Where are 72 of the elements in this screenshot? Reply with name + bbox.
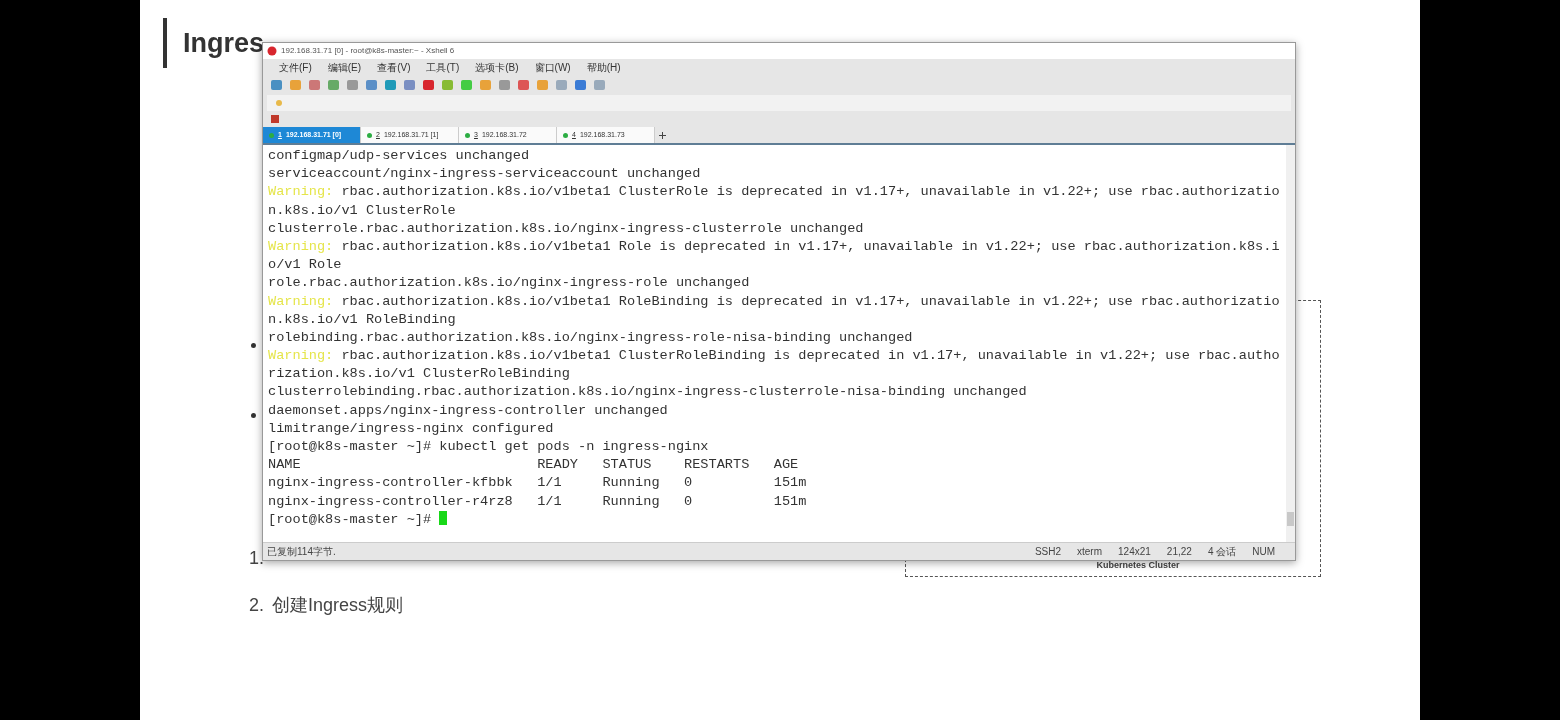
step-number: 1. — [249, 547, 264, 570]
terminal-line: daemonset.apps/nginx-ingress-controller unchanged — [268, 402, 668, 418]
bullet-icon — [251, 413, 256, 418]
address-field[interactable] — [267, 95, 1291, 111]
toolbar-icon[interactable] — [309, 80, 320, 90]
toolbar-icon[interactable] — [366, 80, 377, 90]
status-item: SSH2 — [1034, 545, 1062, 559]
add-tab-icon[interactable] — [659, 132, 666, 139]
key-icon — [275, 99, 283, 107]
toolbar-icon[interactable] — [328, 80, 339, 90]
window-title: 192.168.31.71 [0] - root@k8s-master:~ - Xshell 6 — [281, 45, 455, 57]
toolbar-icon[interactable] — [461, 80, 472, 90]
terminal-line: role.rbac.authorization.k8s.io/nginx-ingress-role unchanged — [268, 275, 750, 291]
scrollbar[interactable] — [1286, 145, 1295, 542]
terminal-line: NAME READY STATUS RESTARTS AGE — [268, 457, 799, 473]
terminal-line: rbac.authorization.k8s.io/v1beta1 RoleBinding is deprecated in v1.17+, unavailable in v1.22+; use rbac.authorizatio — [340, 293, 1280, 309]
terminal-line: serviceaccount/nginx-ingress-serviceaccount unchanged — [268, 166, 701, 182]
terminal-line: rbac.authorization.k8s.io/v1beta1 ClusterRole is deprecated in v1.17+, unavailable in v1.22+; use rbac.authorizatio — [340, 184, 1280, 200]
terminal-line: rbac.authorization.k8s.io/v1beta1 Role is deprecated in v1.17+, unavailable in v1.22+; use rbac.authorization.k8s.i — [340, 238, 1280, 254]
terminal-line: rization.k8s.io/v1 ClusterRoleBinding — [268, 366, 570, 382]
terminal-line: configmap/udp-services unchanged — [268, 148, 530, 163]
terminal-line: n.k8s.io/v1 ClusterRole — [268, 202, 456, 218]
terminal-line: limitrange/ingress-nginx configured — [268, 420, 554, 436]
toolbar-icon[interactable] — [442, 80, 453, 90]
terminal-prompt: [root@k8s-master ~]# — [268, 511, 433, 527]
toolbar-icon[interactable] — [499, 80, 510, 90]
warning-label: Warning: — [268, 184, 334, 200]
menu-item[interactable]: 选项卡(B) — [475, 59, 519, 75]
terminal-line: [root@k8s-master ~]# kubectl get pods -n ingress-nginx — [268, 439, 709, 454]
toolbar-icon[interactable] — [537, 80, 548, 90]
toolbar-icon[interactable] — [556, 80, 567, 90]
menu-item[interactable]: 帮助(H) — [586, 59, 621, 75]
status-message: 已复制114字节. — [267, 545, 336, 559]
terminal-line: o/v1 Role — [268, 257, 342, 273]
status-item: NUM — [1252, 545, 1275, 559]
warning-label: Warning: — [268, 238, 334, 254]
step-text: 创建Ingress规则 — [272, 594, 404, 617]
status-item: xterm — [1077, 545, 1103, 559]
warning-label: Warning: — [268, 348, 334, 364]
menu-item[interactable]: 工具(T) — [426, 59, 460, 75]
step-number: 2. — [249, 594, 264, 617]
toolbar-icon[interactable] — [594, 80, 605, 90]
terminal-line: nginx-ingress-controller-kfbbk 1/1 Running 0 151m — [268, 475, 807, 491]
toolbar-icon[interactable] — [347, 80, 358, 90]
cluster-label: Kubernetes Cluster — [1096, 558, 1180, 572]
terminal-line: n.k8s.io/v1 RoleBinding — [268, 311, 456, 327]
toolbar-icon[interactable] — [423, 80, 434, 90]
terminal-line: clusterrole.rbac.authorization.k8s.io/nginx-ingress-clusterrole unchanged — [268, 220, 864, 236]
status-item: 124x21 — [1118, 545, 1151, 559]
toolbar-icon[interactable] — [290, 80, 301, 90]
menu-item[interactable]: 编辑(E) — [327, 59, 362, 75]
app-logo-icon — [267, 46, 277, 56]
menu-item[interactable]: 窗口(W) — [534, 59, 571, 75]
toolbar-icon[interactable] — [271, 80, 282, 90]
info-icon — [271, 115, 279, 123]
toolbar-icon[interactable] — [404, 80, 415, 90]
terminal-line: rolebinding.rbac.authorization.k8s.io/nginx-ingress-role-nisa-binding unchanged — [268, 329, 913, 345]
terminal-line: clusterrolebinding.rbac.authorization.k8s.io/nginx-ingress-clusterrole-nisa-binding unchanged — [268, 384, 1027, 400]
bullet-icon — [251, 343, 256, 348]
terminal-line: nginx-ingress-controller-r4rz8 1/1 Running 0 151m — [268, 493, 807, 509]
toolbar-icon[interactable] — [518, 80, 529, 90]
menu-item[interactable]: 查看(V) — [377, 59, 411, 75]
toolbar-icon[interactable] — [385, 80, 396, 90]
toolbar-icon[interactable] — [575, 80, 586, 90]
status-item: 4 会话 — [1207, 545, 1237, 559]
toolbar-icon[interactable] — [480, 80, 491, 90]
warning-label: Warning: — [268, 293, 334, 309]
menu-item[interactable]: 文件(F) — [279, 59, 312, 75]
status-item: 21,22 — [1166, 545, 1192, 559]
title-bar-mark — [163, 18, 167, 68]
terminal-line: rbac.authorization.k8s.io/v1beta1 ClusterRoleBinding is deprecated in v1.17+, unavailable in v1.22+; use rbac.autho — [340, 348, 1280, 364]
slide-title: Ingres — [183, 26, 265, 60]
